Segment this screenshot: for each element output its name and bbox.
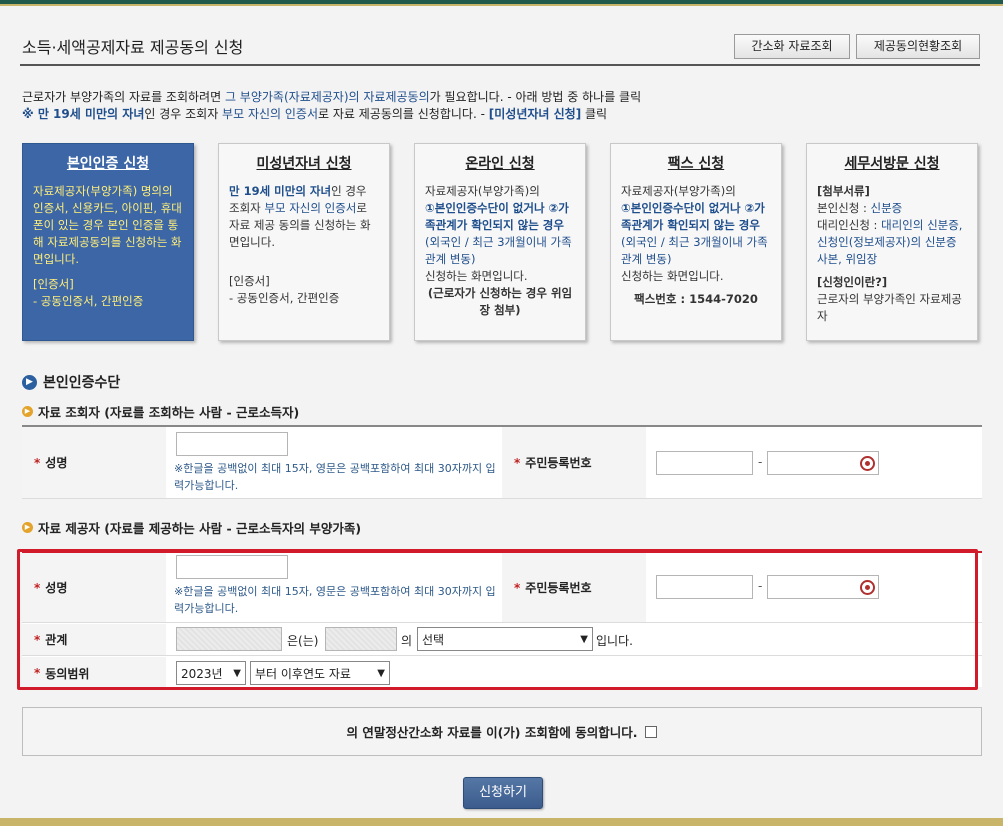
card-who-value: 근로자의 부양가족인 자료제공자	[817, 292, 962, 323]
viewer-table: * 성명 ※한글을 공백없이 최대 15자, 영문은 공백포함하여 최대 30자까…	[22, 425, 982, 499]
submit-button[interactable]: 신청하기	[463, 777, 543, 809]
provider-subtitle: ▶ 자료 제공자 (자료를 제공하는 사람 - 근로소득자의 부양가족)	[22, 518, 361, 537]
card-title: 팩스 신청	[667, 156, 725, 172]
card-title: 본인인증 신청	[66, 156, 150, 172]
card-desc: 만 19세 미만의 자녀인 경우 조회자 부모 자신의 인증서로 자료 제공 동…	[229, 183, 379, 251]
card-desc: 자료제공자(부양가족) 명의의 인증서, 신용카드, 아이핀, 휴대폰이 있는 …	[33, 184, 182, 266]
consent-box: 의 연말정산간소화 자료를 이(가) 조회함에 동의합니다.	[22, 707, 982, 756]
required-mark: *	[34, 455, 41, 470]
viewer-subtitle: ▶ 자료 조회자 (자료를 조회하는 사람 - 근로소득자)	[22, 402, 299, 421]
card-desc: 자료제공자(부양가족)의	[425, 184, 540, 198]
intro-text: 인 경우 조회자	[144, 107, 223, 121]
card-desc-blue: 부모 자신의 인증서	[264, 201, 357, 215]
top-accent-bar	[0, 0, 1003, 6]
intro-text: 로 자료 제공동의를 신청합니다. -	[318, 107, 489, 121]
arrow-right-icon: ▶	[22, 374, 37, 390]
viewer-rrn-front-input[interactable]	[656, 451, 753, 475]
bullet-icon: ▶	[22, 522, 33, 533]
bullet-icon: ▶	[22, 406, 33, 417]
consent-text: 의 연말정산간소화 자료를 이(가) 조회함에 동의합니다.	[346, 725, 638, 740]
card-cert-label: [인증서]	[229, 274, 270, 288]
card-desc: 신청하는 화면입니다.	[621, 269, 724, 283]
card-desc: 신청하는 화면입니다.	[425, 269, 528, 283]
card-title: 온라인 신청	[465, 156, 535, 172]
intro-highlight: 그 부양가족(자료제공자)의 자료제공동의	[224, 90, 430, 104]
card-cert-value: - 공동인증서, 간편인증	[229, 291, 340, 305]
card-desc-blue: (외국인 / 최근 3개월이내 가족관계 변동)	[425, 235, 572, 266]
card-desc: 자료제공자(부양가족)의	[621, 184, 736, 198]
intro-minor-note: ※ 만 19세 미만의 자녀	[22, 107, 145, 121]
viewer-name-label: * 성명	[22, 427, 166, 498]
card-fax[interactable]: 팩스 신청 자료제공자(부양가족)의 ①본인인증수단이 없거나 ②가족관계가 확…	[610, 143, 782, 341]
secure-keypad-icon[interactable]	[860, 456, 875, 471]
page-title: 소득·세액공제자료 제공동의 신청	[22, 38, 244, 57]
provider-subtitle-text: 자료 제공자 (자료를 제공하는 사람 - 근로소득자의 부양가족)	[38, 521, 362, 536]
consent-status-button[interactable]: 제공동의현황조회	[856, 34, 980, 59]
intro-text: 클릭	[581, 107, 608, 121]
intro-line-1: 근로자가 부양가족의 자료를 조회하려면 그 부양가족(자료제공자)의 자료제공…	[22, 88, 641, 105]
simple-lookup-button[interactable]: 간소화 자료조회	[734, 34, 850, 59]
card-tax-office[interactable]: 세무서방문 신청 [첨부서류] 본인신청 : 신분증 대리인신청 : 대리인의 …	[806, 143, 978, 341]
intro-text: 근로자가 부양가족의 자료를 조회하려면	[22, 90, 225, 104]
card-title: 미성년자녀 신청	[256, 156, 352, 172]
fax-number: 팩스번호 : 1544-7020	[634, 292, 758, 306]
card-note: (근로자가 신청하는 경우 위임장 첨부)	[427, 286, 573, 317]
card-desc-text: 대리인신청 :	[817, 218, 882, 232]
card-desc-bold: 만 19세 미만의 자녀	[229, 184, 332, 198]
viewer-rrn-label: * 주민등록번호	[502, 427, 646, 498]
card-desc-blue: 신분증	[870, 201, 903, 215]
viewer-subtitle-text: 자료 조회자 (자료를 조회하는 사람 - 근로소득자)	[38, 405, 300, 420]
application-method-cards: 본인인증 신청 자료제공자(부양가족) 명의의 인증서, 신용카드, 아이핀, …	[22, 143, 982, 343]
required-mark: *	[514, 455, 521, 470]
card-desc-text: 본인신청 :	[817, 201, 871, 215]
label-text: 성명	[45, 456, 68, 470]
bottom-accent-bar	[0, 818, 1003, 826]
card-cert-label: [인증서]	[33, 277, 74, 291]
card-desc-bold: ①본인인증수단이 없거나 ②가족관계가 확인되지 않는 경우	[621, 201, 765, 232]
card-online[interactable]: 온라인 신청 자료제공자(부양가족)의 ①본인인증수단이 없거나 ②가족관계가 …	[414, 143, 586, 341]
viewer-name-note: ※한글을 공백없이 최대 15자, 영문은 공백포함하여 최대 30자까지 입력…	[174, 462, 496, 492]
minor-child-link[interactable]: [미성년자녀 신청]	[489, 107, 581, 121]
card-desc-bold: ①본인인증수단이 없거나 ②가족관계가 확인되지 않는 경우	[425, 201, 569, 232]
intro-line-2: ※ 만 19세 미만의 자녀인 경우 조회자 부모 자신의 인증서로 자료 제공…	[22, 105, 607, 122]
section-title: ▶ 본인인증수단	[22, 372, 120, 392]
card-self-auth[interactable]: 본인인증 신청 자료제공자(부양가족) 명의의 인증서, 신용카드, 아이핀, …	[22, 143, 194, 341]
section-title-text: 본인인증수단	[43, 375, 121, 391]
highlight-box	[17, 549, 978, 690]
rrn-dash: -	[758, 455, 763, 469]
card-title: 세무서방문 신청	[844, 156, 940, 172]
consent-checkbox[interactable]	[645, 725, 658, 738]
intro-parent-cert: 부모 자신의 인증서	[222, 107, 318, 121]
viewer-name-row: * 성명 ※한글을 공백없이 최대 15자, 영문은 공백포함하여 최대 30자까…	[22, 427, 982, 499]
card-proxy-docs: 대리인신청 : 대리인의 신분증, 신청인(정보제공자)의 신분증 사본, 위임…	[817, 217, 967, 268]
card-docs-label: [첨부서류]	[817, 184, 870, 198]
label-text: 주민등록번호	[525, 456, 592, 470]
title-divider	[20, 64, 980, 66]
intro-text: 가 필요합니다. - 아래 방법 중 하나를 클릭	[429, 90, 642, 104]
page: 소득·세액공제자료 제공동의 신청 간소화 자료조회 제공동의현황조회 근로자가…	[0, 8, 1003, 826]
card-self-docs: 본인신청 : 신분증	[817, 200, 967, 217]
card-who-label: [신청인이란?]	[817, 275, 888, 289]
card-cert-value: - 공동인증서, 간편인증	[33, 294, 144, 308]
card-minor-child[interactable]: 미성년자녀 신청 만 19세 미만의 자녀인 경우 조회자 부모 자신의 인증서…	[218, 143, 390, 341]
viewer-name-input[interactable]	[176, 432, 288, 456]
card-desc-blue: (외국인 / 최근 3개월이내 가족관계 변동)	[621, 235, 768, 266]
